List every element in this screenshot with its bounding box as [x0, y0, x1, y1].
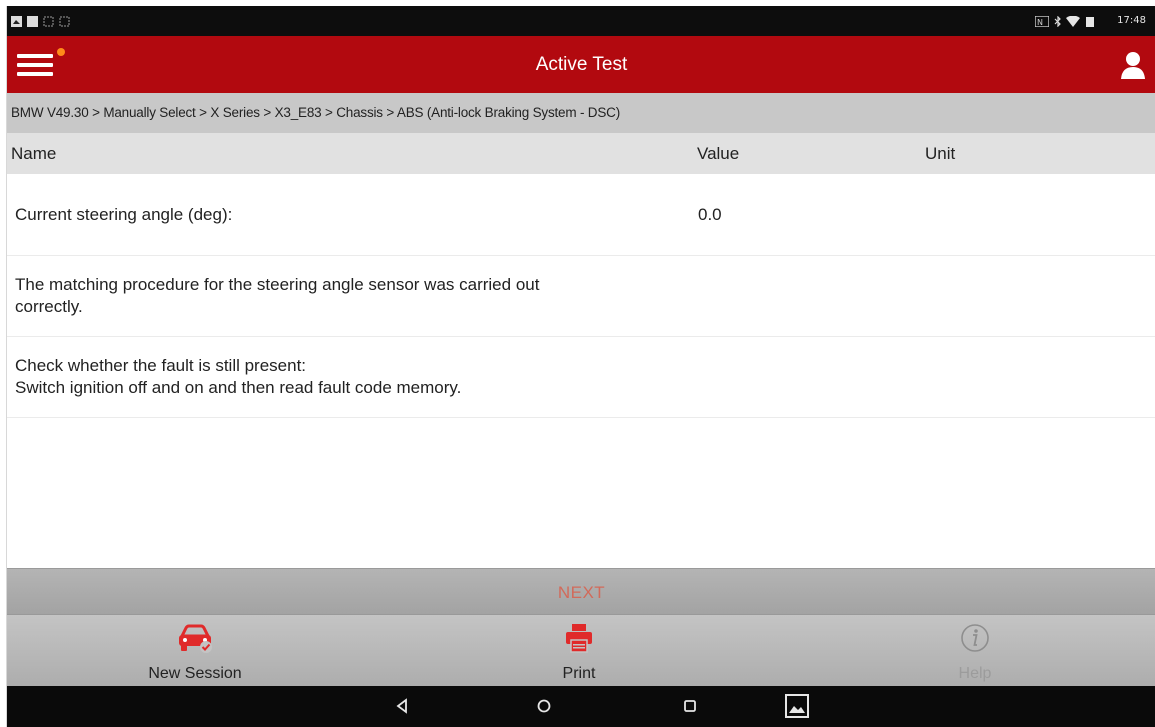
app-frame: N 17:48 Active Test BMW V49.30 > Manuall… [6, 6, 1155, 727]
notification-icon [59, 16, 70, 27]
printer-icon [566, 624, 592, 653]
new-session-button[interactable]: New Session [105, 615, 285, 687]
svg-text:N: N [1037, 18, 1043, 27]
table-row: The matching procedure for the steering … [7, 256, 1155, 337]
battery-icon [1086, 17, 1094, 27]
row-name: Check whether the fault is still present… [15, 356, 462, 397]
nav-home-button[interactable] [532, 694, 556, 718]
notification-icon [43, 16, 54, 27]
column-header-value: Value [697, 144, 740, 163]
notification-icon [27, 16, 38, 27]
row-value: 0.0 [698, 205, 722, 224]
breadcrumb-path: BMW V49.30 > Manually Select > X Series … [11, 105, 620, 120]
table-header: Name Value Unit [7, 133, 1155, 174]
breadcrumb: BMW V49.30 > Manually Select > X Series … [7, 93, 1155, 133]
title-bar: Active Test [7, 36, 1155, 93]
bluetooth-icon [1054, 16, 1061, 27]
user-button[interactable] [1118, 50, 1148, 80]
nav-back-button[interactable] [390, 694, 414, 718]
row-name: Current steering angle (deg): [15, 205, 233, 224]
next-button[interactable]: NEXT [7, 568, 1155, 614]
nav-recents-button[interactable] [678, 694, 702, 718]
android-nav-bar [7, 686, 1155, 727]
user-icon [1121, 52, 1145, 79]
print-label: Print [562, 665, 596, 682]
nfc-icon: N [1035, 16, 1049, 27]
bottom-toolbar: New Session Print Help [7, 614, 1155, 686]
table-row: Check whether the fault is still present… [7, 337, 1155, 418]
status-time: 17:48 [1117, 15, 1146, 26]
table-row: Current steering angle (deg): 0.0 [7, 174, 1155, 256]
recents-square-icon [684, 700, 696, 712]
status-bar: N 17:48 [7, 6, 1155, 36]
new-session-label: New Session [148, 665, 242, 682]
row-name: The matching procedure for the steering … [15, 275, 540, 316]
help-label: Help [958, 665, 992, 682]
help-button[interactable]: Help [885, 615, 1065, 687]
wifi-icon [1066, 16, 1080, 27]
home-circle-icon [537, 699, 551, 713]
page-title: Active Test [535, 54, 628, 75]
column-header-name: Name [11, 144, 57, 163]
print-button[interactable]: Print [489, 615, 669, 687]
back-triangle-icon [396, 698, 407, 714]
notification-icon [11, 16, 22, 27]
nav-screenshot-button[interactable] [783, 692, 811, 720]
info-circle-icon [961, 624, 989, 652]
next-button-label: NEXT [557, 583, 606, 602]
car-check-icon [179, 624, 212, 653]
gallery-icon [785, 694, 809, 718]
column-header-unit: Unit [925, 144, 956, 163]
